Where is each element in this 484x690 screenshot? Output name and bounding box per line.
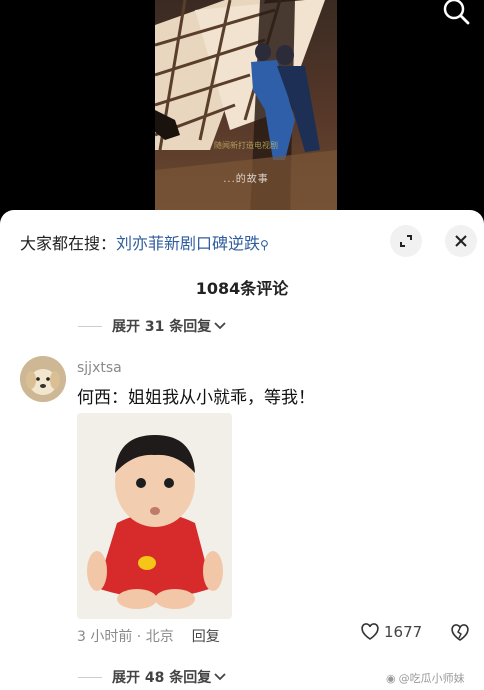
hot-search-term[interactable]: 刘亦菲新剧口碑逆跌 (116, 234, 260, 253)
comment-text: 何西：姐姐我从小就乖，等我！ (77, 388, 315, 408)
expand-replies-label: 展开 31 条回复 (112, 319, 212, 335)
comment-time-location: 3 小时前 · 北京 (77, 629, 174, 645)
video-player[interactable]: 随闻新打造电视剧 ...的故事 (0, 0, 484, 215)
comment-photo[interactable] (77, 413, 232, 619)
watermark: ◉ @吃瓜小师妹 (386, 670, 465, 686)
chevron-down-icon (214, 673, 226, 681)
video-subtitle: ...的故事 (223, 174, 269, 185)
weibo-logo-icon: ◉ (386, 671, 396, 685)
heart-icon (361, 623, 379, 640)
chevron-down-icon (214, 322, 226, 330)
video-frame[interactable]: 随闻新打造电视剧 ...的故事 (155, 0, 337, 215)
search-small-icon: ⚲ (260, 238, 269, 252)
expand-icon (400, 235, 412, 247)
search-icon (443, 0, 470, 25)
avatar[interactable] (20, 356, 66, 402)
close-icon (455, 235, 467, 247)
reply-button[interactable]: 回复 (192, 626, 220, 646)
hot-search-bar[interactable]: 大家都在搜：刘亦菲新剧口碑逆跌⚲ (20, 230, 269, 254)
avatar-dog-image (20, 356, 66, 402)
expand-sheet-button[interactable] (390, 225, 422, 257)
divider-line (78, 325, 102, 327)
like-count: 1677 (384, 623, 423, 641)
expand-replies-link[interactable]: 展开 31 条回复 (78, 316, 226, 336)
hot-search-prefix: 大家都在搜： (20, 234, 117, 253)
comment-meta: 3 小时前 · 北京 回复 (77, 626, 220, 646)
baby-photo (77, 413, 232, 619)
comment-sheet: 大家都在搜：刘亦菲新剧口碑逆跌⚲ 1084条评论 展开 31 条回复 sjjxt… (0, 210, 484, 690)
close-sheet-button[interactable] (445, 225, 477, 257)
divider-line (78, 676, 102, 678)
comment-count-title: 1084条评论 (195, 279, 289, 298)
comment-username[interactable]: sjjxtsa (77, 360, 122, 376)
search-button[interactable] (440, 0, 472, 28)
like-button[interactable]: 1677 (360, 623, 422, 641)
dislike-button[interactable] (450, 624, 470, 646)
video-overlay-text: 随闻新打造电视剧 (214, 141, 278, 150)
expand-replies-link-2[interactable]: 展开 48 条回复 (78, 667, 226, 687)
watermark-text: @吃瓜小师妹 (398, 672, 465, 685)
broken-heart-icon (451, 624, 469, 641)
expand-replies-label-2: 展开 48 条回复 (112, 670, 212, 686)
